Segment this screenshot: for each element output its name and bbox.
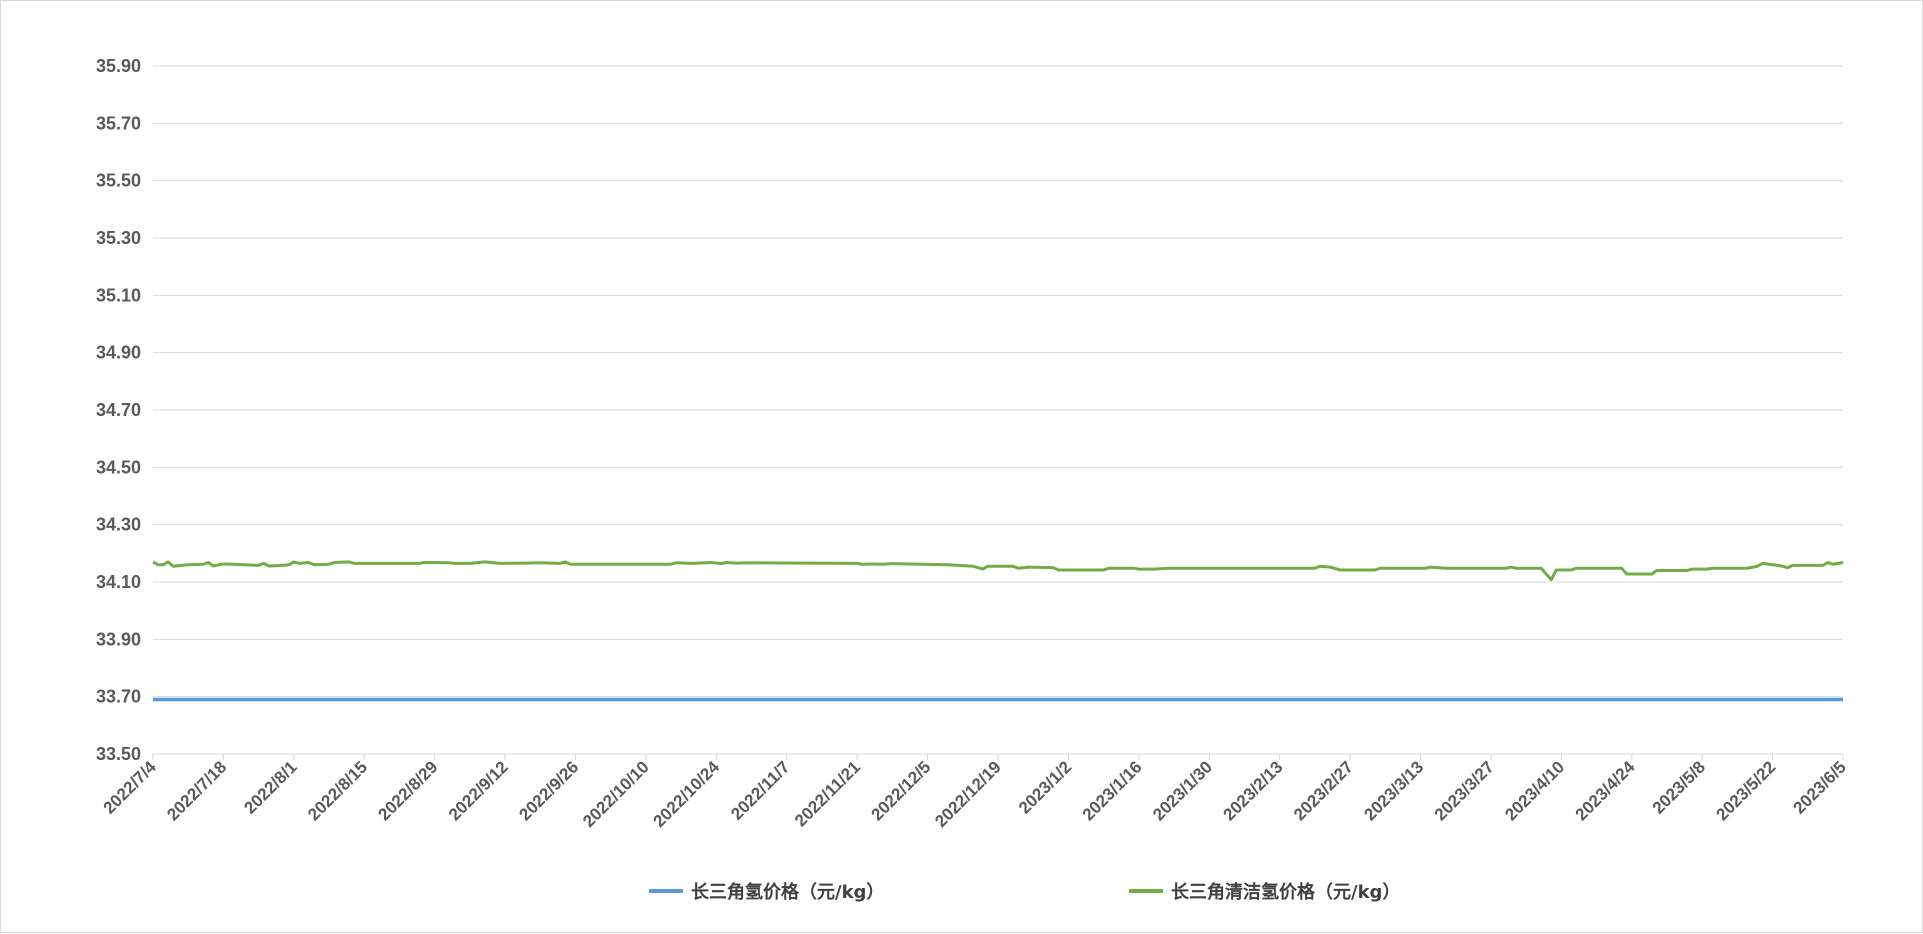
y-tick-label: 34.10 (96, 572, 141, 592)
y-axis-ticks: 33.50 33.70 33.90 34.10 34.30 34.50 34.70 34.90… (96, 56, 141, 764)
y-tick-label: 33.90 (96, 629, 141, 649)
x-tick-label: 2023/1/16 (1079, 757, 1146, 824)
x-tick-label: 2022/11/7 (727, 757, 793, 823)
x-tick-label: 2022/12/19 (931, 757, 1005, 831)
legend-label: 长三角清洁氢价格（元/kg） (1171, 881, 1400, 903)
x-tick-label: 2022/10/10 (579, 757, 653, 831)
x-tick-label: 2023/3/27 (1431, 757, 1498, 824)
y-tick-label: 34.50 (96, 457, 141, 477)
x-tick-label: 2023/5/8 (1649, 757, 1709, 817)
x-tick-label: 2023/4/10 (1501, 757, 1568, 824)
x-tick-label: 2023/2/13 (1220, 757, 1287, 824)
x-tick-label: 2023/1/30 (1149, 757, 1216, 824)
x-tick-label: 2023/4/24 (1572, 757, 1639, 824)
x-tick-label: 2022/9/26 (515, 757, 582, 824)
y-tick-label: 34.70 (96, 400, 141, 420)
x-tick-label: 2023/6/5 (1790, 757, 1850, 817)
x-tick-label: 2022/8/29 (375, 757, 442, 824)
y-tick-label: 34.90 (96, 343, 141, 363)
x-tick-label: 2023/3/13 (1360, 757, 1427, 824)
x-tick-label: 2022/8/15 (304, 757, 371, 824)
legend-label: 长三角氢价格（元/kg） (691, 881, 884, 903)
y-tick-label: 35.10 (96, 285, 141, 305)
legend: 长三角氢价格（元/kg） 长三角清洁氢价格（元/kg） (649, 881, 1400, 903)
gridlines (153, 65, 1843, 698)
y-tick-label: 35.70 (96, 113, 141, 133)
x-tick-label: 2022/7/18 (163, 757, 230, 824)
y-tick-label: 35.50 (96, 171, 141, 191)
series-line-clean-hydrogen-price (152, 560, 1844, 582)
x-tick-label: 2023/2/27 (1290, 757, 1357, 824)
y-tick-label: 34.30 (96, 515, 141, 535)
y-tick-label: 35.90 (96, 56, 141, 76)
x-tick-label: 2022/7/4 (100, 757, 161, 818)
x-tick-label: 2022/9/12 (445, 757, 512, 824)
y-tick-label: 33.70 (96, 687, 141, 707)
chart-frame: 33.50 33.70 33.90 34.10 34.30 34.50 34.70 34.90… (0, 0, 1923, 933)
x-tick-label: 2022/8/1 (240, 757, 300, 817)
x-tick-label: 2023/5/22 (1712, 757, 1779, 824)
x-tick-label: 2023/1/2 (1015, 757, 1075, 817)
x-tick-label: 2022/10/24 (650, 757, 724, 831)
y-tick-label: 35.30 (96, 228, 141, 248)
x-axis: 2022/7/4 2022/7/18 2022/8/1 2022/8/15 2022/8… (100, 753, 1850, 831)
x-tick-label: 2022/11/21 (791, 757, 864, 830)
x-tick-label: 2022/12/5 (867, 757, 934, 824)
series-lines (152, 560, 1844, 702)
line-chart: 33.50 33.70 33.90 34.10 34.30 34.50 34.70 34.90… (96, 56, 1850, 903)
y-tick-label: 33.50 (96, 744, 141, 764)
